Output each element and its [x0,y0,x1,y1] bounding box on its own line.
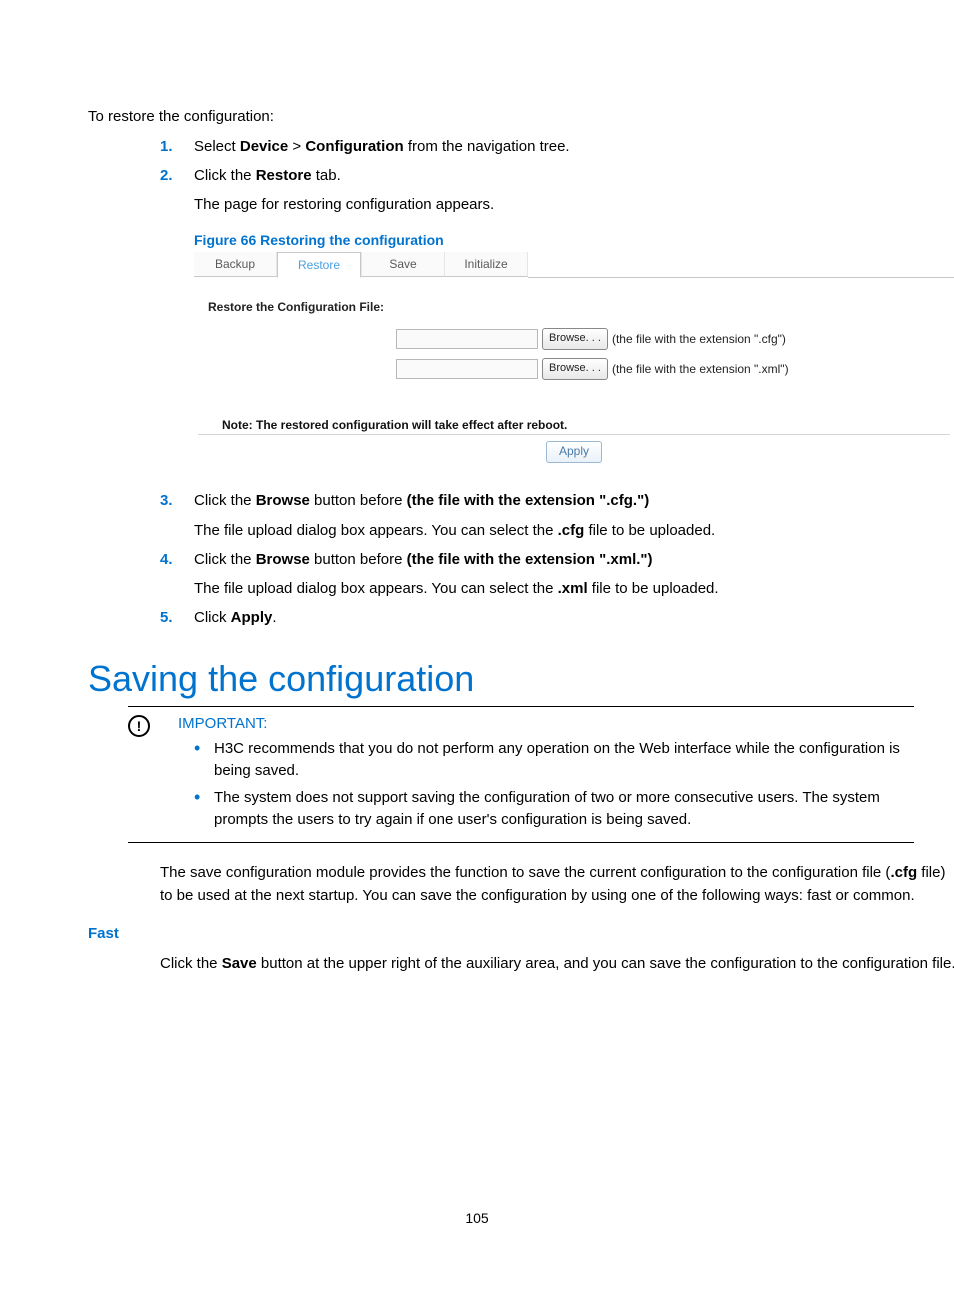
tab-backup[interactable]: Backup [194,252,277,277]
browse-xml-button[interactable]: Browse. . . [542,358,608,380]
step-text: Click the Browse button before (the file… [194,551,653,568]
apply-button[interactable]: Apply [546,441,602,463]
step-5: 5. Click Apply. [160,606,866,629]
tab-row: Backup Restore Save Initialize [194,252,954,278]
step-number: 5. [160,606,173,629]
tab-restore[interactable]: Restore [277,252,361,278]
fast-paragraph: Click the Save button at the upper right… [160,952,954,975]
step-4: 4. Click the Browse button before (the f… [160,548,866,601]
step-text: Click Apply. [194,609,277,626]
step-number: 3. [160,489,173,512]
cfg-file-input[interactable] [396,329,538,349]
step-number: 2. [160,164,173,187]
step-subtext: The page for restoring configuration app… [194,193,866,216]
xml-file-input[interactable] [396,359,538,379]
callout-item: H3C recommends that you do not perform a… [194,738,914,783]
step-number: 4. [160,548,173,571]
step-subtext: The file upload dialog box appears. You … [194,577,866,600]
section-heading: Saving the configuration [88,658,866,700]
mock-note: Note: The restored configuration will ta… [222,418,950,432]
tab-filler [528,252,954,278]
callout-item: The system does not support saving the c… [194,787,914,832]
important-callout: ! IMPORTANT: H3C recommends that you do … [128,706,914,843]
step-text: Click the Browse button before (the file… [194,492,649,509]
tab-save[interactable]: Save [361,252,445,277]
important-icon: ! [128,715,150,737]
intro-line: To restore the configuration: [88,106,866,129]
step-text: Select Device > Configuration from the n… [194,138,570,155]
cfg-hint: (the file with the extension ".cfg") [612,332,786,346]
step-1: 1. Select Device > Configuration from th… [160,135,866,158]
ordered-steps-b: 3. Click the Browse button before (the f… [160,489,866,629]
body-paragraph: The save configuration module provides t… [160,861,954,908]
file-row-xml: Browse. . . (the file with the extension… [198,358,950,380]
figure-ui-mock: Backup Restore Save Initialize Restore t… [194,252,954,463]
step-text: Click the Restore tab. [194,167,341,184]
step-number: 1. [160,135,173,158]
browse-cfg-button[interactable]: Browse. . . [542,328,608,350]
callout-title: IMPORTANT: [178,715,267,732]
page-number: 105 [0,1210,954,1226]
step-3: 3. Click the Browse button before (the f… [160,489,866,542]
file-row-cfg: Browse. . . (the file with the extension… [198,328,950,350]
step-subtext: The file upload dialog box appears. You … [194,519,866,542]
step-2: 2. Click the Restore tab. The page for r… [160,164,866,217]
fast-subhead: Fast [88,925,866,942]
restore-file-label: Restore the Configuration File: [208,300,950,314]
mock-divider [198,434,950,435]
xml-hint: (the file with the extension ".xml") [612,362,789,376]
figure-caption: Figure 66 Restoring the configuration [194,232,866,248]
tab-initialize[interactable]: Initialize [445,252,528,277]
ordered-steps-a: 1. Select Device > Configuration from th… [160,135,866,217]
